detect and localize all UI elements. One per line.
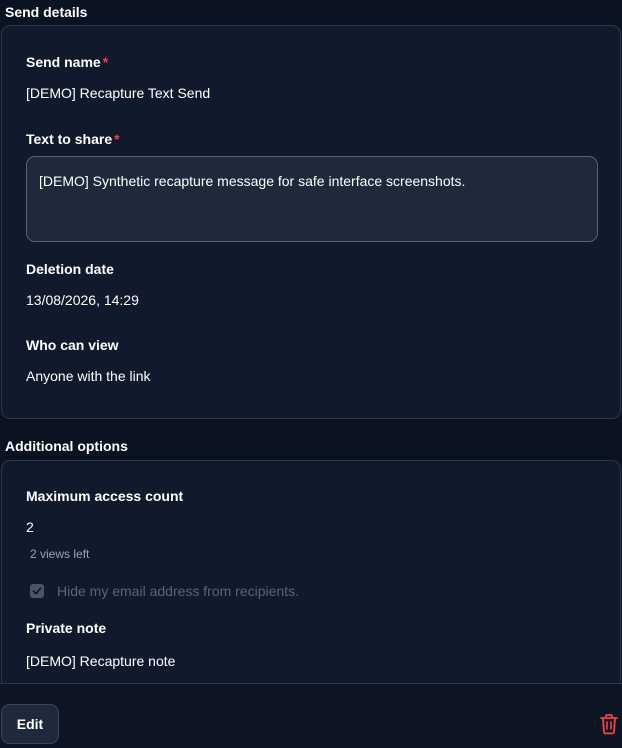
private-note-label: Private note xyxy=(26,620,107,636)
delete-button[interactable] xyxy=(598,713,620,735)
max-access-count-label: Maximum access count xyxy=(26,488,184,504)
edit-button[interactable]: Edit xyxy=(1,704,59,744)
send-view-page: Send details Send name * [DEMO] Recapture… xyxy=(0,0,622,748)
footer-bar: Edit xyxy=(0,683,622,748)
required-mark: * xyxy=(102,54,109,70)
send-details-card: Send name * [DEMO] Recapture Text Send Te… xyxy=(1,25,621,419)
hide-email-row: Hide my email address from recipients. xyxy=(30,582,299,600)
required-mark: * xyxy=(114,131,120,147)
who-can-view-value[interactable]: Anyone with the link xyxy=(26,367,151,385)
text-to-share-label: Text to share * xyxy=(26,130,120,148)
send-details-heading: Send details xyxy=(5,4,88,20)
additional-options-card: Maximum access count 2 2 views left Hide… xyxy=(1,460,621,700)
max-access-count-value[interactable]: 2 xyxy=(26,518,34,536)
trash-icon xyxy=(600,714,618,735)
who-can-view-label: Who can view xyxy=(26,337,119,353)
hide-email-label: Hide my email address from recipients. xyxy=(57,583,299,599)
text-to-share-label-text: Text to share xyxy=(26,131,113,147)
deletion-date-value[interactable]: 13/08/2026, 14:29 xyxy=(26,291,139,309)
hide-email-checkbox[interactable] xyxy=(30,584,44,598)
views-left-hint: 2 views left xyxy=(30,547,90,561)
send-name-label-text: Send name xyxy=(26,54,101,70)
private-note-value[interactable]: [DEMO] Recapture note xyxy=(26,652,175,670)
send-name-value[interactable]: [DEMO] Recapture Text Send xyxy=(26,84,210,102)
checkmark-icon xyxy=(32,587,42,595)
deletion-date-label: Deletion date xyxy=(26,261,114,277)
send-name-label: Send name * xyxy=(26,53,108,71)
text-to-share-field[interactable]: [DEMO] Synthetic recapture message for s… xyxy=(26,156,598,242)
additional-options-heading: Additional options xyxy=(5,438,128,454)
